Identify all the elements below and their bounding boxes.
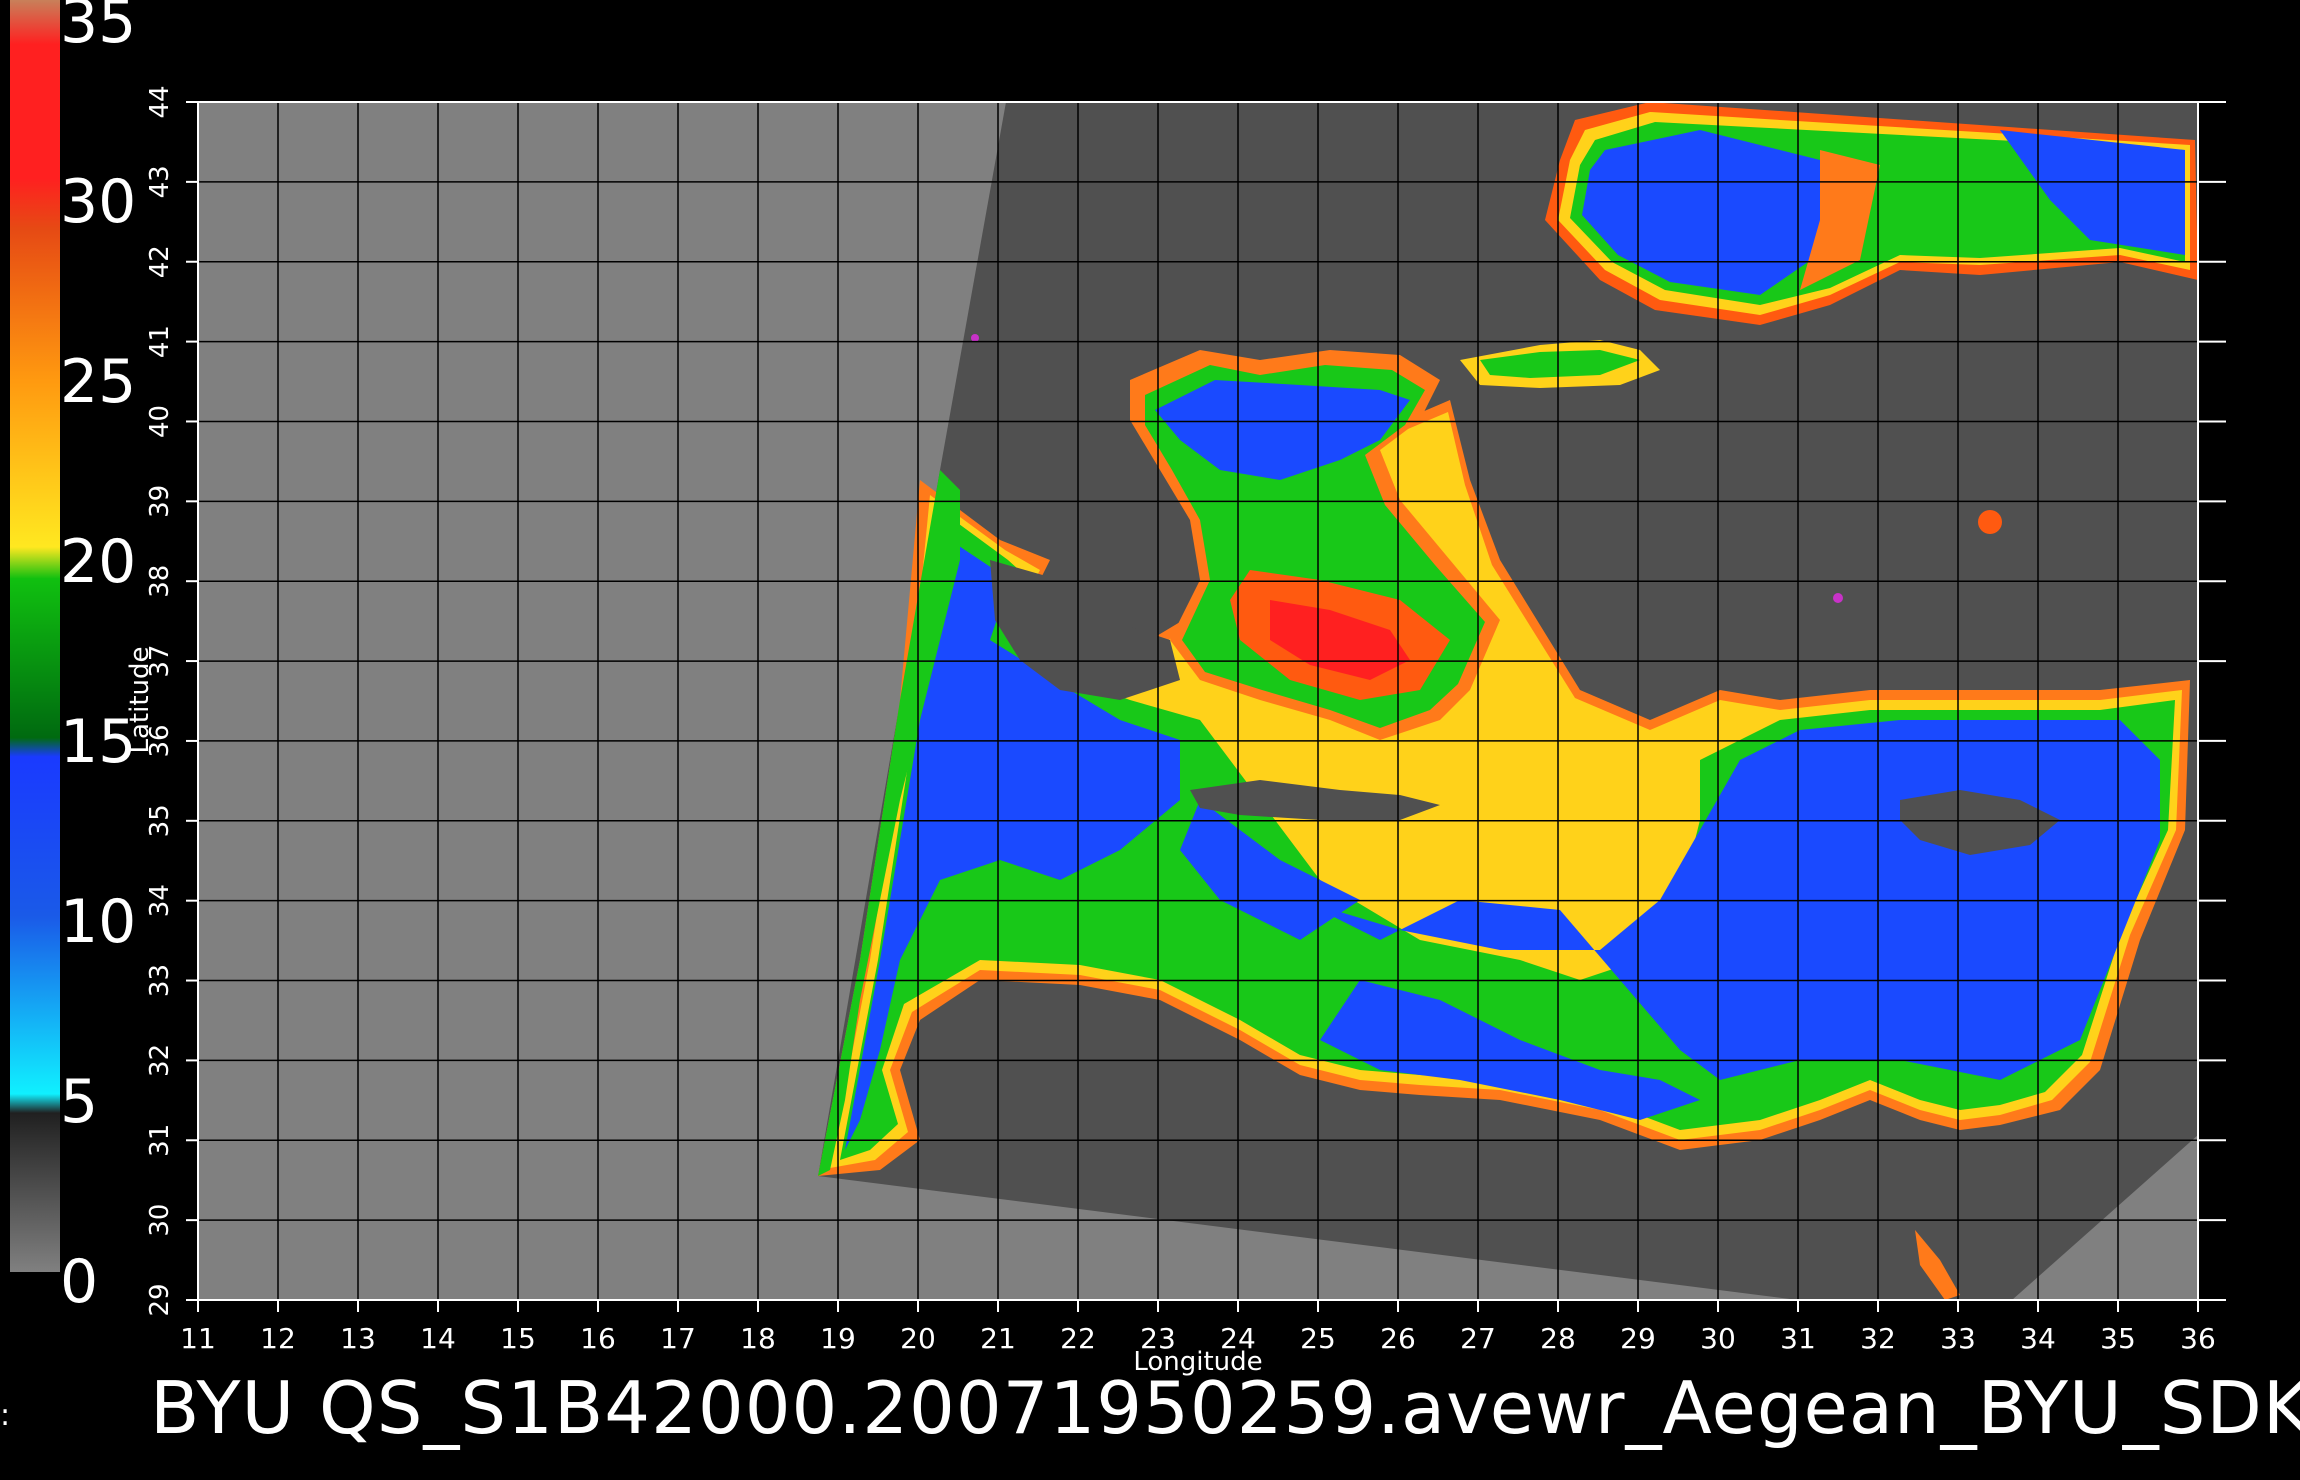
x-tick-label: 31 — [1780, 1322, 1816, 1355]
x-tick-label: 36 — [2180, 1322, 2216, 1355]
x-tick-label: 14 — [420, 1322, 456, 1355]
scatterometer-map-figure: 35 30 25 20 15 10 5 0 11 12 13 14 15 16 … — [0, 0, 2300, 1480]
y-tick-label: 30 — [145, 1204, 175, 1237]
y-tick-label: 44 — [145, 85, 175, 118]
x-tick-label: 35 — [2100, 1322, 2136, 1355]
x-tick-label: 17 — [660, 1322, 696, 1355]
x-tick-label: 16 — [580, 1322, 616, 1355]
side-mark: : — [0, 1398, 11, 1433]
x-tick-label: 12 — [260, 1322, 296, 1355]
x-tick-label: 11 — [180, 1322, 216, 1355]
y-tick-label: 31 — [145, 1124, 175, 1157]
y-tick-label: 38 — [145, 565, 175, 598]
x-tick-label: 13 — [340, 1322, 376, 1355]
figure-caption: BYU QS_S1B42000.20071950259.avewr_Aegean… — [150, 1366, 2300, 1450]
x-tick-label: 19 — [820, 1322, 856, 1355]
x-tick-label: 33 — [1940, 1322, 1976, 1355]
y-tick-label: 32 — [145, 1044, 175, 1077]
x-tick-label: 18 — [740, 1322, 776, 1355]
y-tick-label: 29 — [145, 1283, 175, 1316]
x-tick-label: 22 — [1060, 1322, 1096, 1355]
y-axis-label: Latitude — [125, 646, 155, 753]
x-tick-label: 26 — [1380, 1322, 1416, 1355]
y-tick-label: 42 — [145, 245, 175, 278]
x-tick-label: 28 — [1540, 1322, 1576, 1355]
y-tick-label: 41 — [145, 325, 175, 358]
x-tick-label: 30 — [1700, 1322, 1736, 1355]
wind-map: 11 12 13 14 15 16 17 18 19 20 21 22 23 24 25 26 27 28 29 30… — [125, 85, 2226, 1377]
x-tick-label: 20 — [900, 1322, 936, 1355]
y-tick-label: 39 — [145, 485, 175, 518]
x-tick-label: 21 — [980, 1322, 1016, 1355]
x-tick-label: 29 — [1620, 1322, 1656, 1355]
y-tick-label: 34 — [145, 884, 175, 917]
x-tick-label: 15 — [500, 1322, 536, 1355]
x-tick-label: 27 — [1460, 1322, 1496, 1355]
x-tick-label: 34 — [2020, 1322, 2056, 1355]
x-tick-label: 32 — [1860, 1322, 1896, 1355]
x-tick-label: 25 — [1300, 1322, 1336, 1355]
y-tick-label: 35 — [145, 804, 175, 837]
y-tick-label: 40 — [145, 405, 175, 438]
y-tick-label: 33 — [145, 964, 175, 997]
y-tick-label: 43 — [145, 165, 175, 198]
